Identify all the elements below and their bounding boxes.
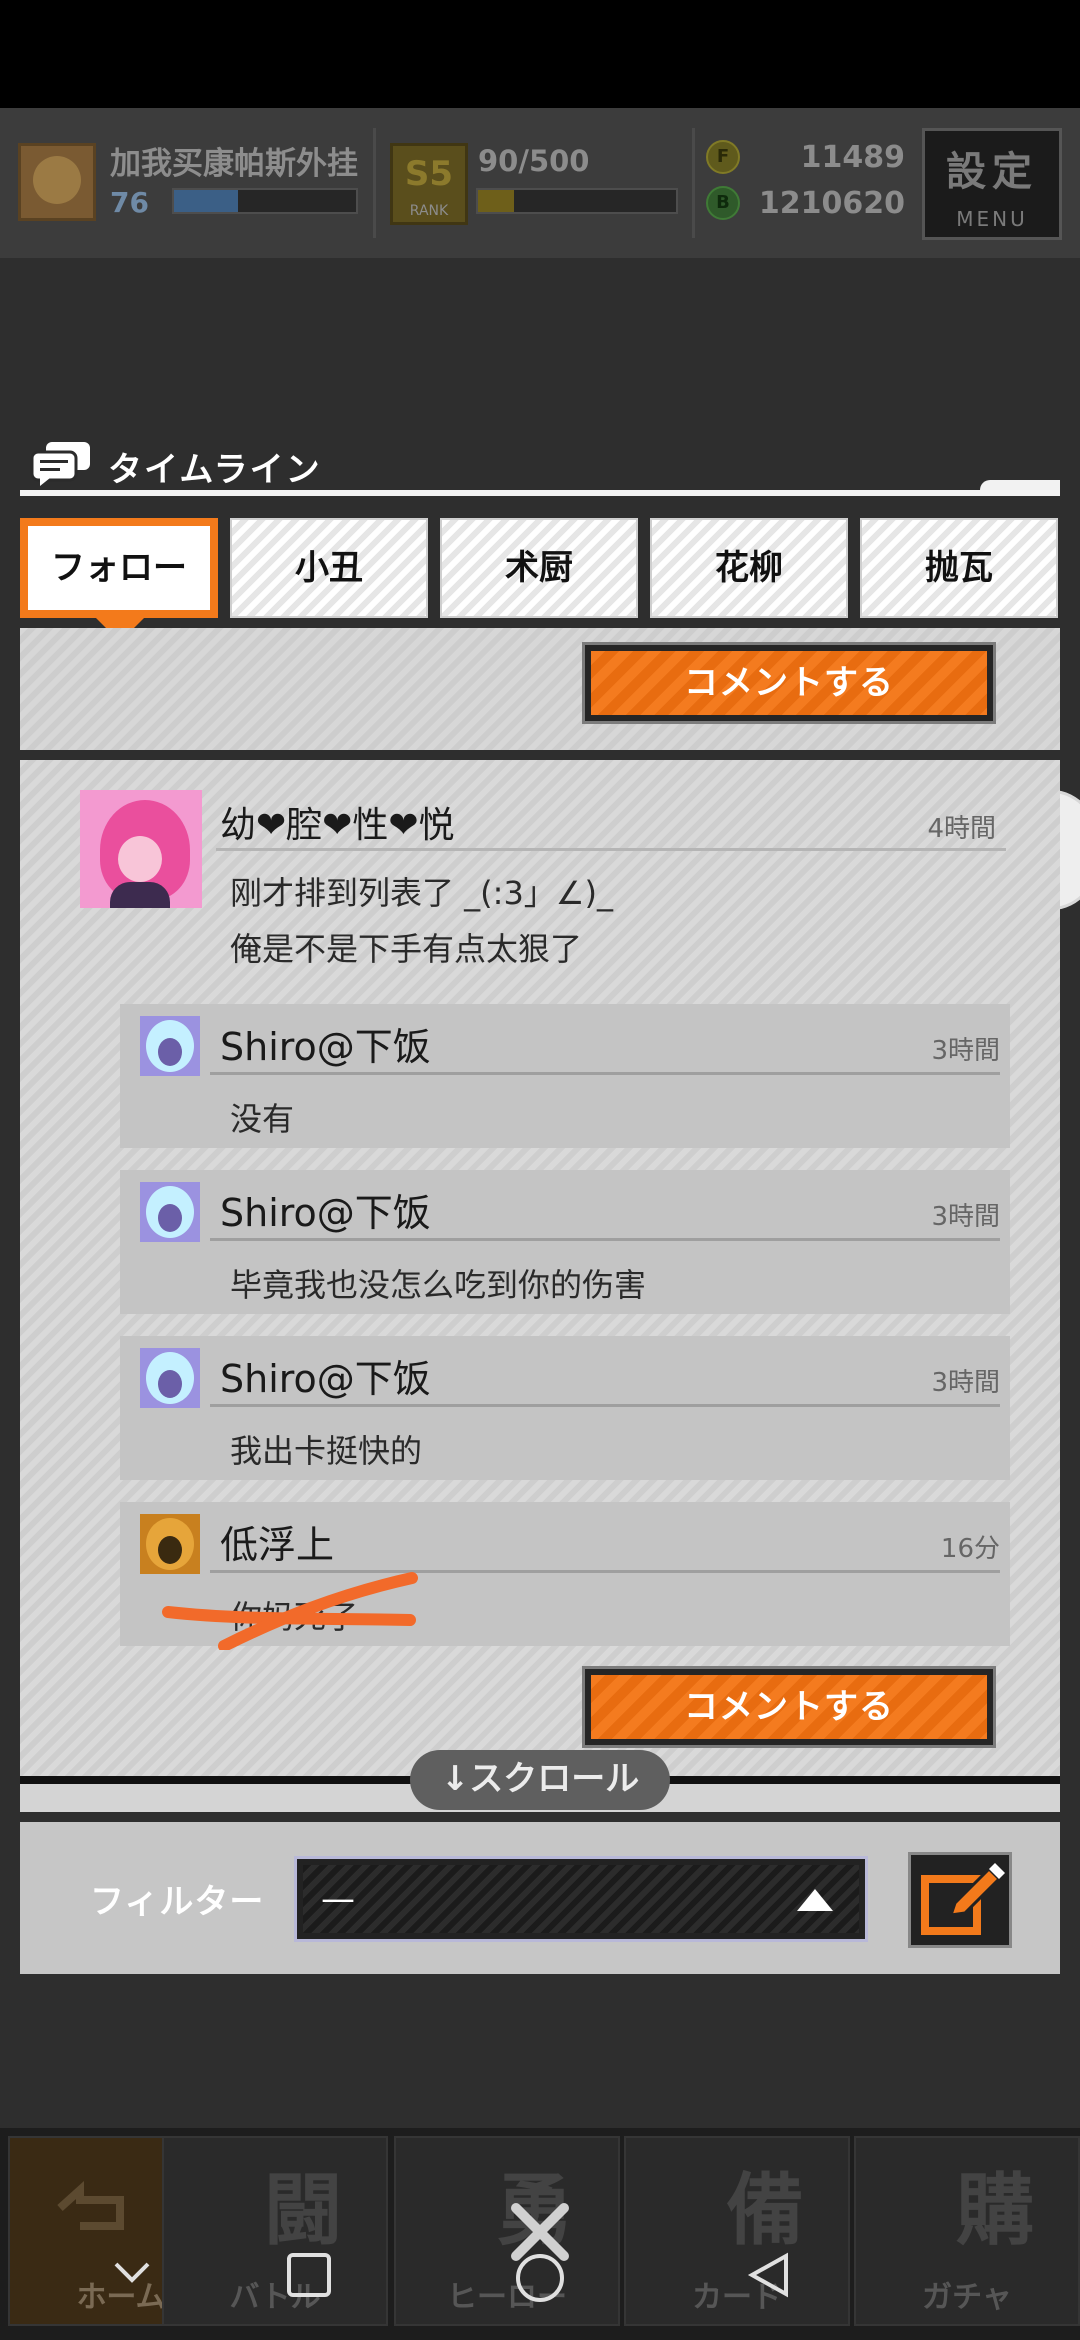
timeline-tabs: フォロー 小丑 术厨 花柳 抛瓦 bbox=[20, 518, 1060, 618]
level-progress-bar bbox=[172, 188, 358, 214]
reply-text: 毕竟我也没怎么吃到你的伤害 bbox=[230, 1266, 647, 1304]
post-divider bbox=[216, 848, 1006, 851]
pencil-edit-icon bbox=[921, 1863, 1005, 1935]
reply-avatar bbox=[140, 1348, 200, 1408]
tab-follow[interactable]: フォロー bbox=[20, 518, 218, 618]
post-author-avatar[interactable] bbox=[80, 790, 202, 908]
status-bar bbox=[0, 0, 1080, 108]
reply-time: 3時間 bbox=[931, 1202, 1000, 1232]
reply-time: 16分 bbox=[940, 1534, 1000, 1564]
reply-time: 3時間 bbox=[931, 1036, 1000, 1066]
tab-hanayagi[interactable]: 花柳 bbox=[650, 518, 848, 618]
scroll-hint[interactable]: ↓スクロール bbox=[410, 1750, 670, 1810]
reply-avatar bbox=[140, 1016, 200, 1076]
player-level: 76 bbox=[110, 186, 149, 219]
post-time: 4時間 bbox=[927, 814, 996, 844]
reply-item[interactable]: Shiro@下饭 3時間 我出卡挺快的 bbox=[120, 1336, 1010, 1480]
tab-power[interactable]: 抛瓦 bbox=[860, 518, 1058, 618]
modal-title: タイムライン bbox=[108, 450, 322, 490]
comment-button-bottom[interactable]: コメントする bbox=[582, 1666, 996, 1748]
home-back-icon bbox=[57, 2181, 124, 2230]
post-text-line-2: 俺是不是下手有点太狠了 bbox=[230, 930, 583, 968]
recents-square-icon[interactable] bbox=[284, 2250, 334, 2300]
top-hud: 加我买康帕斯外挂 76 S5 RANK 90/500 F 11489 B 121… bbox=[0, 108, 1080, 258]
rank-badge: S5 RANK bbox=[390, 143, 468, 225]
scribble-redaction bbox=[162, 1572, 418, 1650]
tab-clown[interactable]: 小丑 bbox=[230, 518, 428, 618]
back-triangle-icon[interactable] bbox=[744, 2250, 794, 2300]
system-nav-bar bbox=[0, 2236, 1080, 2340]
reply-author: Shiro@下饭 bbox=[220, 1357, 431, 1401]
reply-avatar bbox=[140, 1182, 200, 1242]
timeline-feed[interactable]: 幼❤腔❤性❤悦 4時間 刚才排到列表了 _(:3」∠)_ 俺是不是下手有点太狠了… bbox=[20, 760, 1060, 1776]
post-author-name: 幼❤腔❤性❤悦 bbox=[220, 805, 455, 846]
reply-item[interactable]: 低浮上 16分 你妈死了 bbox=[120, 1502, 1010, 1650]
filter-label: フィルター bbox=[90, 1882, 265, 1922]
comment-bar-top: コメントする bbox=[20, 628, 1060, 750]
reply-text: 我出卡挺快的 bbox=[230, 1432, 423, 1470]
home-circle-icon[interactable] bbox=[512, 2250, 568, 2306]
coin-icon: F bbox=[706, 140, 740, 174]
triangle-up-icon bbox=[797, 1889, 833, 1911]
filter-bar: フィルター — bbox=[20, 1822, 1060, 1974]
title-divider bbox=[20, 480, 1060, 496]
comment-button-top[interactable]: コメントする bbox=[582, 642, 996, 724]
timeline-header: タイムライン bbox=[20, 432, 1060, 494]
filter-select[interactable]: — bbox=[294, 1856, 868, 1942]
gem-icon: B bbox=[706, 186, 740, 220]
reply-item[interactable]: Shiro@下饭 3時間 毕竟我也没怎么吃到你的伤害 bbox=[120, 1170, 1010, 1314]
post-text-line-1: 刚才排到列表了 _(:3」∠)_ bbox=[230, 874, 613, 912]
coin-count: 11489 bbox=[800, 140, 905, 175]
tab-chef[interactable]: 术厨 bbox=[440, 518, 638, 618]
compose-button[interactable] bbox=[908, 1852, 1012, 1948]
reply-time: 3時間 bbox=[931, 1368, 1000, 1398]
reply-author: Shiro@下饭 bbox=[220, 1025, 431, 1069]
reply-author: 低浮上 bbox=[220, 1523, 335, 1567]
chevron-down-icon[interactable] bbox=[110, 2250, 154, 2294]
filter-value: — bbox=[321, 1879, 355, 1919]
player-name: 加我买康帕斯外挂 bbox=[110, 146, 358, 182]
player-avatar bbox=[18, 143, 96, 221]
reply-author: Shiro@下饭 bbox=[220, 1191, 431, 1235]
rank-points: 90/500 bbox=[478, 144, 590, 178]
reply-text: 没有 bbox=[230, 1100, 295, 1138]
reply-item[interactable]: Shiro@下饭 3時間 没有 bbox=[120, 1004, 1010, 1148]
chat-bubbles-icon bbox=[30, 442, 90, 486]
gem-count: 1210620 bbox=[758, 186, 905, 221]
menu-button[interactable]: 設定 MENU bbox=[922, 128, 1062, 240]
reply-avatar bbox=[140, 1514, 200, 1574]
rank-progress-bar bbox=[476, 188, 678, 214]
